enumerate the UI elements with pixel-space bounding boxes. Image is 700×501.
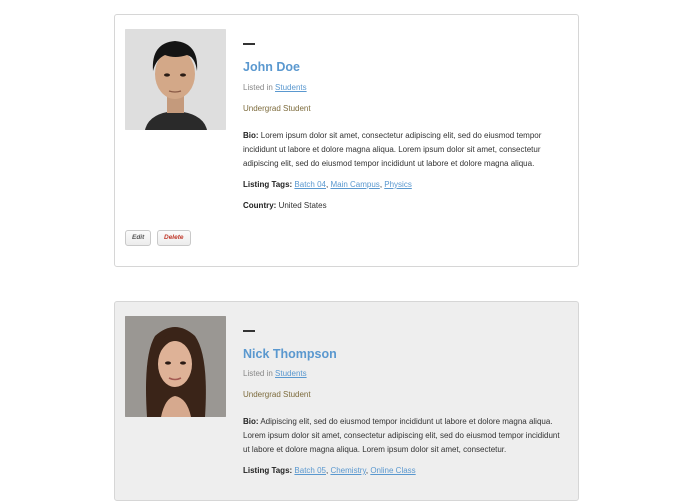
tag-link[interactable]: Chemistry <box>330 466 365 475</box>
listing-name[interactable]: Nick Thompson <box>243 347 337 361</box>
tag-link[interactable]: Main Campus <box>330 180 379 189</box>
listing-tags: Listing Tags: Batch 05, Chemistry, Onlin… <box>243 466 416 475</box>
edit-button[interactable]: Edit <box>125 230 152 246</box>
tag-link[interactable]: Online Class <box>370 466 415 475</box>
listing-country: Country: United States <box>243 201 327 210</box>
female-portrait-icon <box>125 316 226 417</box>
tag-link[interactable]: Batch 04 <box>294 180 326 189</box>
listing-tags: Listing Tags: Batch 04, Main Campus, Phy… <box>243 180 412 189</box>
tag-link[interactable]: Batch 05 <box>294 466 326 475</box>
listing-bio: Bio: Lorem ipsum dolor sit amet, consect… <box>243 129 564 171</box>
bio-text: Adipiscing elit, sed do eiusmod tempor i… <box>243 417 560 454</box>
listed-in: Listed in Students <box>243 83 307 92</box>
category-link[interactable]: Students <box>275 83 307 92</box>
divider <box>243 330 255 332</box>
bio-text: Lorem ipsum dolor sit amet, consectetur … <box>243 131 542 168</box>
bio-label: Bio: <box>243 131 259 140</box>
listing-role: Undergrad Student <box>243 104 311 113</box>
bio-label: Bio: <box>243 417 259 426</box>
divider <box>243 43 255 45</box>
delete-button[interactable]: Delete <box>157 230 191 246</box>
listing-card: Nick Thompson Listed in Students Undergr… <box>114 301 579 501</box>
country-value: United States <box>278 201 327 210</box>
tags-label: Listing Tags: <box>243 180 293 189</box>
tag-link[interactable]: Physics <box>384 180 412 189</box>
profile-photo[interactable] <box>125 316 226 417</box>
tags-label: Listing Tags: <box>243 466 293 475</box>
listed-prefix: Listed in <box>243 369 273 378</box>
male-portrait-icon <box>125 29 226 130</box>
listing-role: Undergrad Student <box>243 390 311 399</box>
category-link[interactable]: Students <box>275 369 307 378</box>
listing-name[interactable]: John Doe <box>243 60 300 74</box>
listed-prefix: Listed in <box>243 83 273 92</box>
profile-photo[interactable] <box>125 29 226 130</box>
listed-in: Listed in Students <box>243 369 307 378</box>
listing-card: John Doe Listed in Students Undergrad St… <box>114 14 579 267</box>
listing-bio: Bio: Adipiscing elit, sed do eiusmod tem… <box>243 415 564 457</box>
country-label: Country: <box>243 201 277 210</box>
